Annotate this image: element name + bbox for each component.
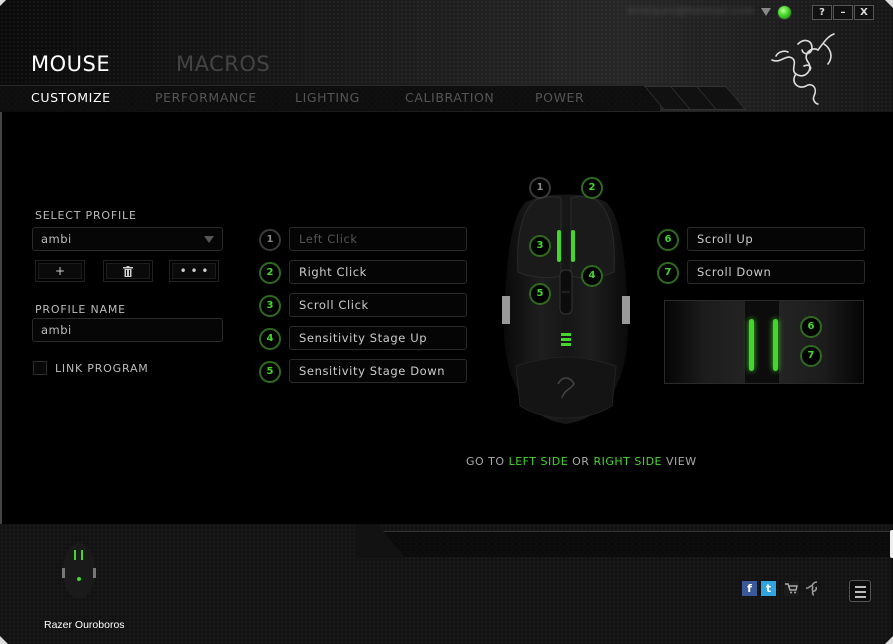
button-7-assignment[interactable]: Scroll Down	[687, 260, 865, 284]
hamburger-menu-icon[interactable]	[849, 580, 871, 602]
side-view-links: GO TO LEFT SIDE OR RIGHT SIDE VIEW	[466, 455, 697, 468]
mouse-button-3-marker[interactable]: 3	[529, 235, 551, 257]
mouse-top-view	[496, 176, 636, 426]
button-number-badge: 7	[657, 262, 679, 284]
minimize-button[interactable]: –	[833, 5, 853, 20]
button-number-badge: 2	[259, 262, 281, 284]
goto-prefix: GO TO	[466, 455, 505, 468]
button-3-assignment[interactable]: Scroll Click	[289, 293, 467, 317]
chevron-down-icon	[204, 236, 214, 243]
tab-calibration[interactable]: CALIBRATION	[405, 90, 494, 105]
account-email[interactable]: kristaurs@hotmail.com	[628, 6, 758, 20]
trash-icon	[123, 266, 133, 277]
window-edge	[0, 112, 2, 532]
select-profile-label: SELECT PROFILE	[35, 209, 137, 222]
razer-logo-icon	[771, 33, 835, 105]
facebook-icon[interactable]: f	[742, 581, 757, 596]
button-5-assignment[interactable]: Sensitivity Stage Down	[289, 359, 467, 383]
mouse-button-1-marker[interactable]: 1	[529, 177, 551, 199]
profile-name-label: PROFILE NAME	[35, 303, 126, 316]
device-name: Razer Ouroboros	[44, 619, 125, 631]
profile-dropdown-value: ambi	[41, 232, 72, 246]
mouse-button-5-marker[interactable]: 5	[529, 283, 551, 305]
button-number-badge: 3	[259, 295, 281, 317]
window-corner	[885, 0, 893, 8]
tab-mouse[interactable]: MOUSE	[31, 52, 110, 76]
razer-icon[interactable]	[804, 581, 819, 596]
button-6-assignment[interactable]: Scroll Up	[687, 227, 865, 251]
device-thumbnail[interactable]	[60, 542, 98, 600]
window-corner	[0, 0, 6, 6]
tab-lighting[interactable]: LIGHTING	[295, 90, 360, 105]
scroll-wheel-closeup	[664, 300, 864, 384]
left-side-link[interactable]: LEFT SIDE	[509, 455, 569, 468]
add-profile-button[interactable]: +	[35, 260, 85, 282]
button-number-badge: 4	[259, 328, 281, 350]
tab-macros[interactable]: MACROS	[176, 52, 270, 76]
button-1-assignment[interactable]: Left Click	[289, 227, 467, 251]
goto-or: OR	[572, 455, 590, 468]
tab-power[interactable]: POWER	[535, 90, 584, 105]
mouse-button-4-marker[interactable]: 4	[581, 265, 603, 287]
footer-strip	[378, 531, 893, 557]
right-side-link[interactable]: RIGHT SIDE	[593, 455, 662, 468]
button-2-assignment[interactable]: Right Click	[289, 260, 467, 284]
online-status-icon	[778, 6, 791, 19]
scroll-up-marker[interactable]: 6	[800, 316, 822, 338]
link-program-label: LINK PROGRAM	[55, 362, 149, 375]
tab-performance[interactable]: PERFORMANCE	[155, 90, 257, 105]
profile-name-input[interactable]: ambi	[32, 318, 223, 342]
window-corner	[885, 636, 893, 644]
mouse-button-2-marker[interactable]: 2	[581, 177, 603, 199]
button-number-badge: 6	[657, 229, 679, 251]
scroll-down-marker[interactable]: 7	[800, 345, 822, 367]
account-dropdown-icon[interactable]	[761, 8, 771, 16]
delete-profile-button[interactable]	[103, 260, 153, 282]
button-4-assignment[interactable]: Sensitivity Stage Up	[289, 326, 467, 350]
window-corner	[0, 636, 8, 644]
button-number-badge: 5	[259, 361, 281, 383]
help-button[interactable]: ?	[812, 5, 832, 20]
decorative-slashes	[643, 86, 750, 110]
tab-customize[interactable]: CUSTOMIZE	[31, 90, 111, 105]
goto-suffix: VIEW	[666, 455, 697, 468]
more-options-button[interactable]: • • •	[169, 260, 219, 282]
twitter-icon[interactable]: t	[761, 581, 776, 596]
button-number-badge: 1	[259, 229, 281, 251]
store-icon[interactable]	[784, 581, 799, 596]
profile-dropdown[interactable]: ambi	[32, 227, 223, 251]
link-program-checkbox[interactable]	[33, 361, 47, 375]
close-button[interactable]: X	[854, 5, 874, 20]
